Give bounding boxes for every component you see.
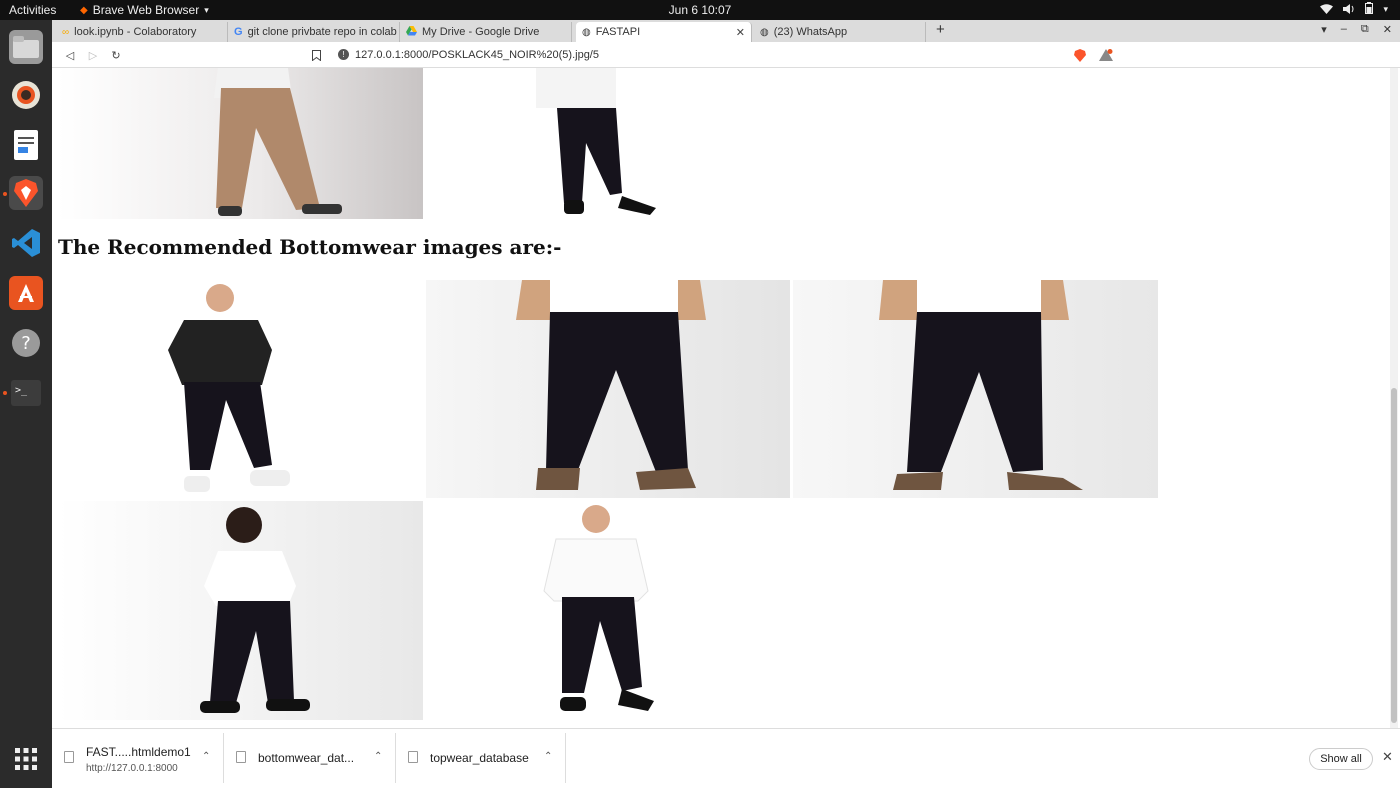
dock: ? >_ (0, 20, 52, 788)
scrollbar-thumb[interactable] (1391, 388, 1397, 723)
tab-label: FASTAPI (595, 26, 641, 38)
app-grid-icon[interactable] (9, 742, 43, 776)
vscode-icon[interactable] (9, 226, 43, 260)
brave-rewards-icon[interactable] (1098, 47, 1114, 63)
system-top-bar: Activities ◆ Brave Web Browser ▾ Jun 6 1… (0, 0, 1400, 20)
downloads-shelf: FAST.....htmldemo1 http://127.0.0.1:8000… (52, 728, 1400, 788)
clock[interactable]: Jun 6 10:07 (0, 3, 1400, 17)
restore-icon[interactable]: ⧉ (1361, 23, 1369, 36)
forward-icon[interactable]: ▷ (85, 47, 101, 63)
recommended-heading: The Recommended Bottomwear images are:- (58, 235, 562, 259)
tab-label: (23) WhatsApp (773, 26, 848, 38)
close-window-icon[interactable]: ✕ (1383, 23, 1392, 36)
bookmark-icon[interactable] (308, 47, 324, 63)
running-indicator (3, 192, 7, 196)
download-item[interactable]: bottomwear_dat... ⌃ (224, 733, 396, 783)
page-content: The Recommended Bottomwear images are:- (52, 68, 1390, 728)
download-name: topwear_database (430, 751, 529, 765)
system-tray[interactable]: ▾ (1320, 2, 1388, 17)
download-item[interactable]: topwear_database ⌃ (396, 733, 566, 783)
terminal-icon[interactable]: >_ (9, 376, 43, 410)
writer-icon[interactable] (9, 128, 43, 162)
svg-text:>_: >_ (15, 385, 28, 396)
rhythmbox-icon[interactable] (9, 78, 43, 112)
tab-whatsapp[interactable]: ◍ (23) WhatsApp (754, 22, 926, 42)
back-icon[interactable]: ◁ (62, 47, 78, 63)
brave-icon[interactable] (9, 176, 43, 210)
download-item[interactable]: FAST.....htmldemo1 http://127.0.0.1:8000… (52, 733, 224, 783)
close-tab-icon[interactable]: ✕ (736, 26, 745, 39)
reload-icon[interactable]: ↻ (108, 47, 124, 63)
minimize-icon[interactable]: – (1341, 23, 1347, 36)
chevron-up-icon[interactable]: ⌃ (202, 751, 210, 762)
topwear-image-2[interactable] (424, 68, 789, 219)
wifi-icon (1320, 3, 1334, 17)
address-bar[interactable]: ! 127.0.0.1:8000/POSKLACK45_NOIR%20(5).j… (332, 44, 1122, 65)
file-icon (408, 751, 418, 763)
battery-icon (1365, 2, 1374, 17)
url-text: 127.0.0.1:8000/POSKLACK45_NOIR%20(5).jpg… (355, 48, 599, 61)
bottomwear-image-5[interactable] (426, 501, 790, 720)
window-controls: ▾ – ⧉ ✕ (1321, 23, 1392, 36)
download-name: bottomwear_dat... (258, 751, 355, 765)
browser-window: ∞ look.ipynb - Colaboratory G git clone … (52, 20, 1400, 788)
globe-icon: ◍ (760, 26, 769, 38)
chevron-up-icon[interactable]: ⌃ (374, 751, 382, 762)
file-icon (64, 751, 74, 763)
show-all-button[interactable]: Show all (1309, 748, 1373, 770)
help-icon[interactable]: ? (9, 326, 43, 360)
chevron-up-icon[interactable]: ⌃ (544, 751, 552, 762)
tab-label: look.ipynb - Colaboratory (74, 26, 197, 38)
info-icon[interactable]: ! (338, 49, 349, 60)
tab-colab[interactable]: ∞ look.ipynb - Colaboratory (56, 22, 228, 42)
tab-drive[interactable]: My Drive - Google Drive (400, 22, 572, 42)
svg-text:?: ? (21, 333, 31, 354)
brave-shields-icon[interactable] (1072, 47, 1088, 63)
new-tab-icon[interactable]: + (936, 21, 945, 38)
google-icon: G (234, 26, 243, 38)
bottomwear-image-2[interactable] (426, 280, 790, 498)
tab-fastapi[interactable]: ◍ FASTAPI ✕ (576, 22, 752, 42)
navigation-bar: ◁ ▷ ↻ ! 127.0.0.1:8000/POSKLACK45_NOIR%2… (52, 42, 1400, 68)
files-icon[interactable] (9, 30, 43, 64)
bottomwear-image-1[interactable] (58, 280, 423, 498)
file-icon (236, 751, 246, 763)
tab-label: My Drive - Google Drive (422, 26, 540, 38)
chevron-down-icon: ▾ (1383, 4, 1388, 14)
tab-search-icon[interactable]: ▾ (1321, 23, 1327, 36)
close-icon[interactable]: ✕ (1382, 749, 1393, 765)
page-scrollbar[interactable] (1390, 68, 1398, 728)
colab-icon: ∞ (62, 26, 70, 38)
drive-icon (406, 25, 417, 39)
tab-google[interactable]: G git clone privbate repo in colab (228, 22, 400, 42)
bottomwear-image-4[interactable] (58, 501, 423, 720)
download-source: http://127.0.0.1:8000 (86, 763, 178, 774)
tab-label: git clone privbate repo in colab (247, 26, 397, 38)
bottomwear-image-3[interactable] (793, 280, 1158, 498)
volume-icon (1343, 3, 1355, 17)
running-indicator (3, 391, 7, 395)
download-name: FAST.....htmldemo1 (86, 745, 191, 759)
topwear-image-1[interactable] (58, 68, 423, 219)
software-center-icon[interactable] (9, 276, 43, 310)
tab-strip: ∞ look.ipynb - Colaboratory G git clone … (52, 20, 1400, 42)
globe-icon: ◍ (582, 26, 591, 38)
